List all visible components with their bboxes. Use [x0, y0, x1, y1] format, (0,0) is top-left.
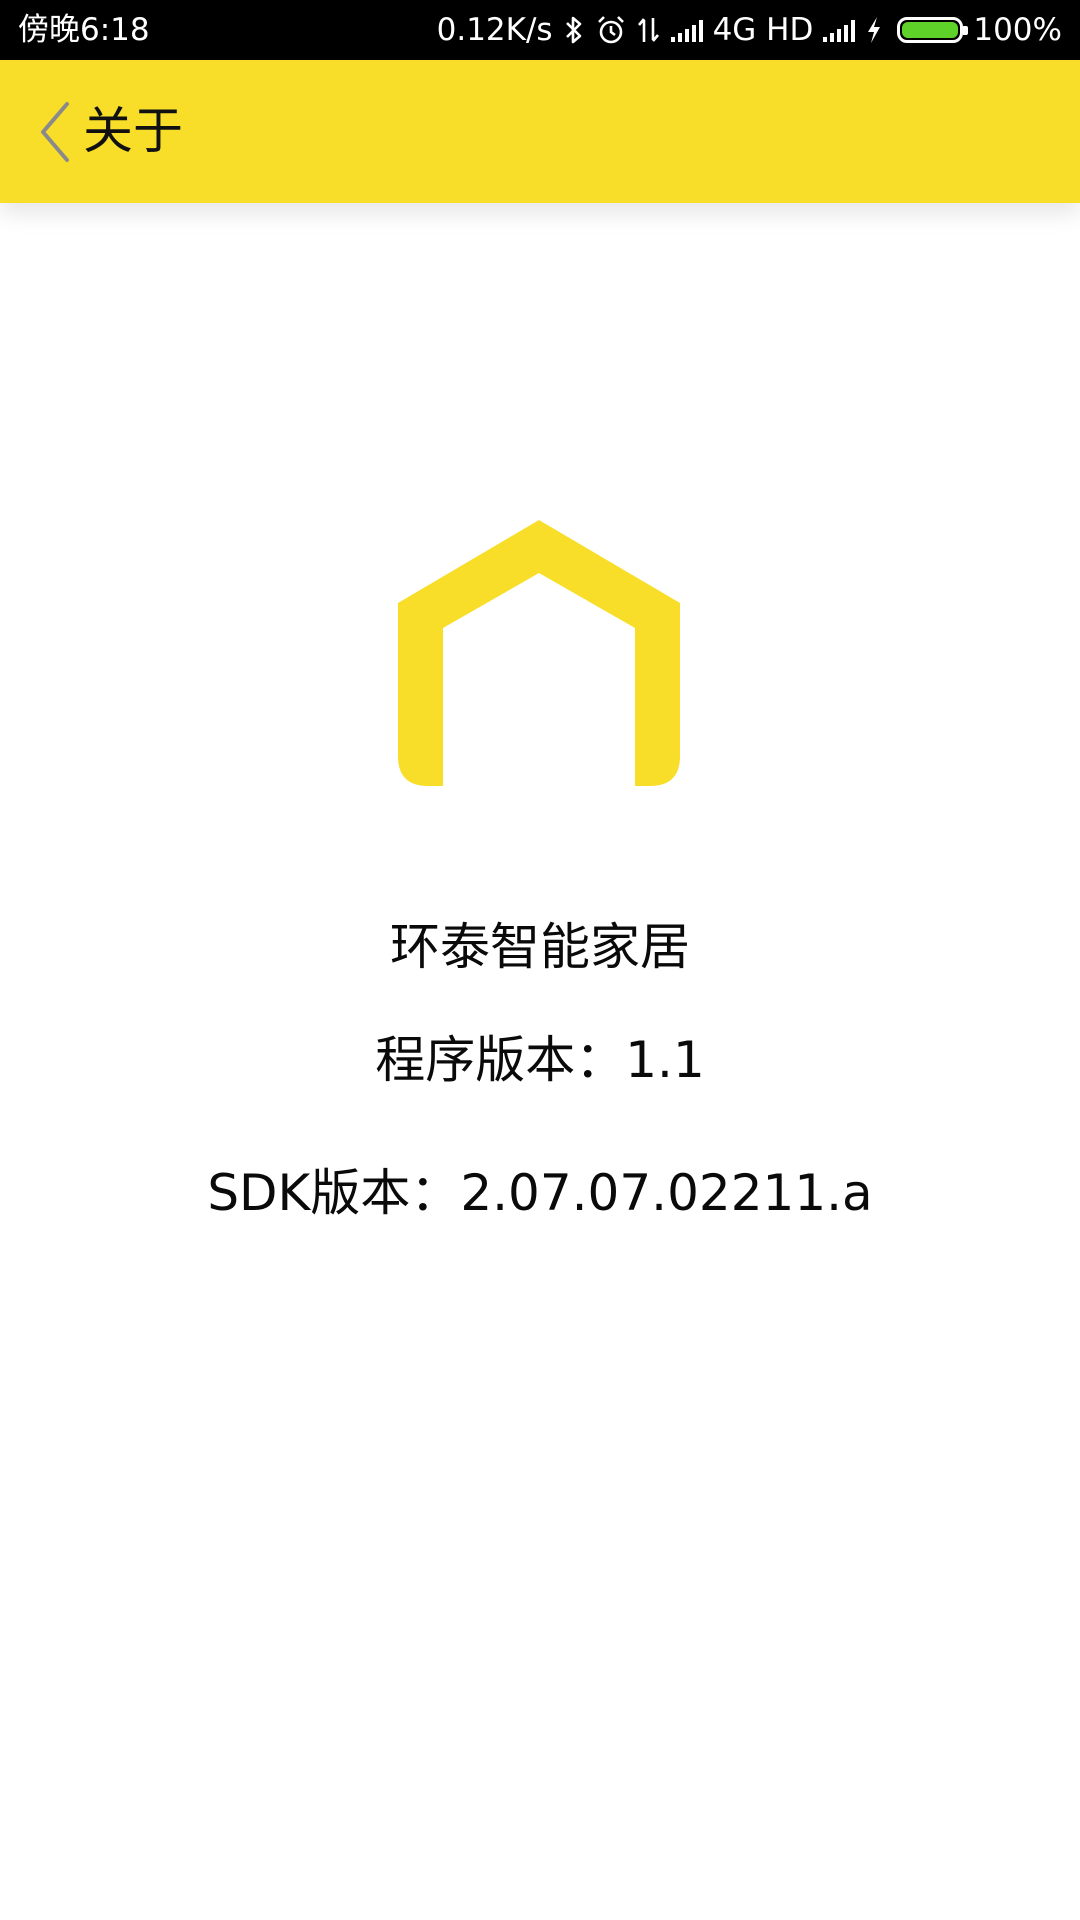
app-bar: 关于	[0, 60, 1080, 203]
battery-icon	[897, 17, 969, 43]
status-time: 傍晚6:18	[18, 12, 150, 48]
status-bar: 傍晚6:18 0.12K/s 4G HD 100%	[0, 0, 1080, 60]
signal-icon-2	[823, 18, 856, 42]
alarm-icon	[595, 14, 627, 46]
status-indicators: 0.12K/s 4G HD 100%	[437, 0, 1062, 60]
data-transfer-icon	[637, 15, 661, 45]
battery-level-fill	[902, 22, 959, 38]
house-logo-icon	[398, 520, 680, 786]
app-version: 程序版本：1.1	[375, 1031, 705, 1089]
net-speed: 0.12K/s	[436, 12, 553, 48]
back-button[interactable]	[30, 96, 80, 168]
sdk-version: SDK版本：2.07.07.02211.a	[207, 1164, 873, 1222]
battery-percent: 100%	[973, 12, 1062, 48]
chevron-left-icon	[41, 102, 69, 162]
network-type: 4G HD	[712, 12, 814, 48]
signal-icon	[670, 18, 703, 42]
page-title: 关于	[83, 102, 183, 160]
about-screen: 傍晚6:18 0.12K/s 4G HD 100% 关于 环泰智能家居 程序版本…	[0, 0, 1080, 1920]
charging-icon	[865, 15, 883, 45]
bluetooth-icon	[563, 15, 585, 45]
app-name: 环泰智能家居	[390, 918, 690, 976]
